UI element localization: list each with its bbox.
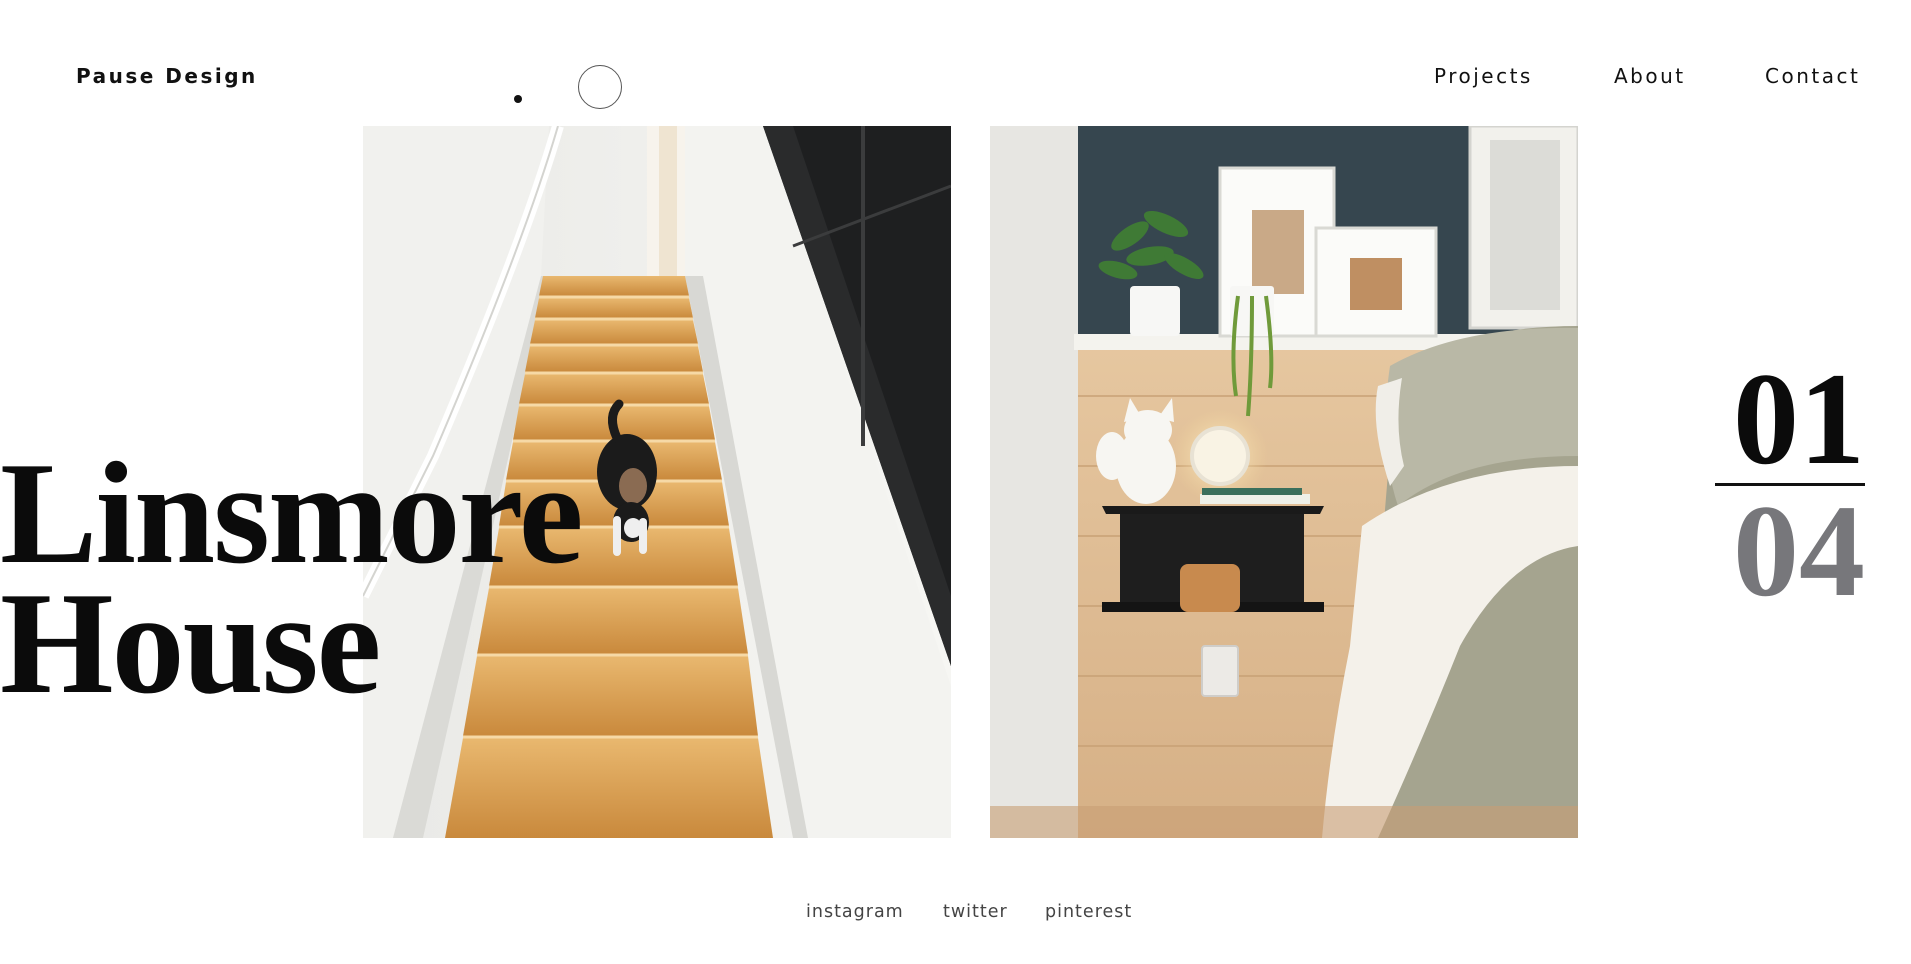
nav-contact-link[interactable]: Contact bbox=[1765, 64, 1860, 88]
social-instagram-link[interactable]: instagram bbox=[806, 902, 904, 922]
project-title: Linsmore House bbox=[0, 431, 584, 724]
project-title-line2: House bbox=[0, 561, 381, 724]
social-twitter-link[interactable]: twitter bbox=[943, 902, 1008, 922]
project-title-line1: Linsmore bbox=[0, 431, 584, 594]
project-counter-total: 04 bbox=[1733, 477, 1865, 624]
project-image-bedroom[interactable] bbox=[990, 126, 1578, 838]
nav-about-link[interactable]: About bbox=[1614, 64, 1686, 88]
main-nav: Projects About Contact bbox=[0, 64, 1911, 94]
cursor-dot-icon bbox=[514, 95, 522, 103]
project-counter: 01 04 bbox=[1705, 345, 1865, 624]
bedroom-illustration bbox=[990, 126, 1578, 838]
social-links: instagram twitter pinterest bbox=[0, 902, 1911, 926]
project-counter-current: 01 bbox=[1733, 345, 1865, 492]
nav-projects-link[interactable]: Projects bbox=[1434, 64, 1533, 88]
social-pinterest-link[interactable]: pinterest bbox=[1045, 902, 1132, 922]
